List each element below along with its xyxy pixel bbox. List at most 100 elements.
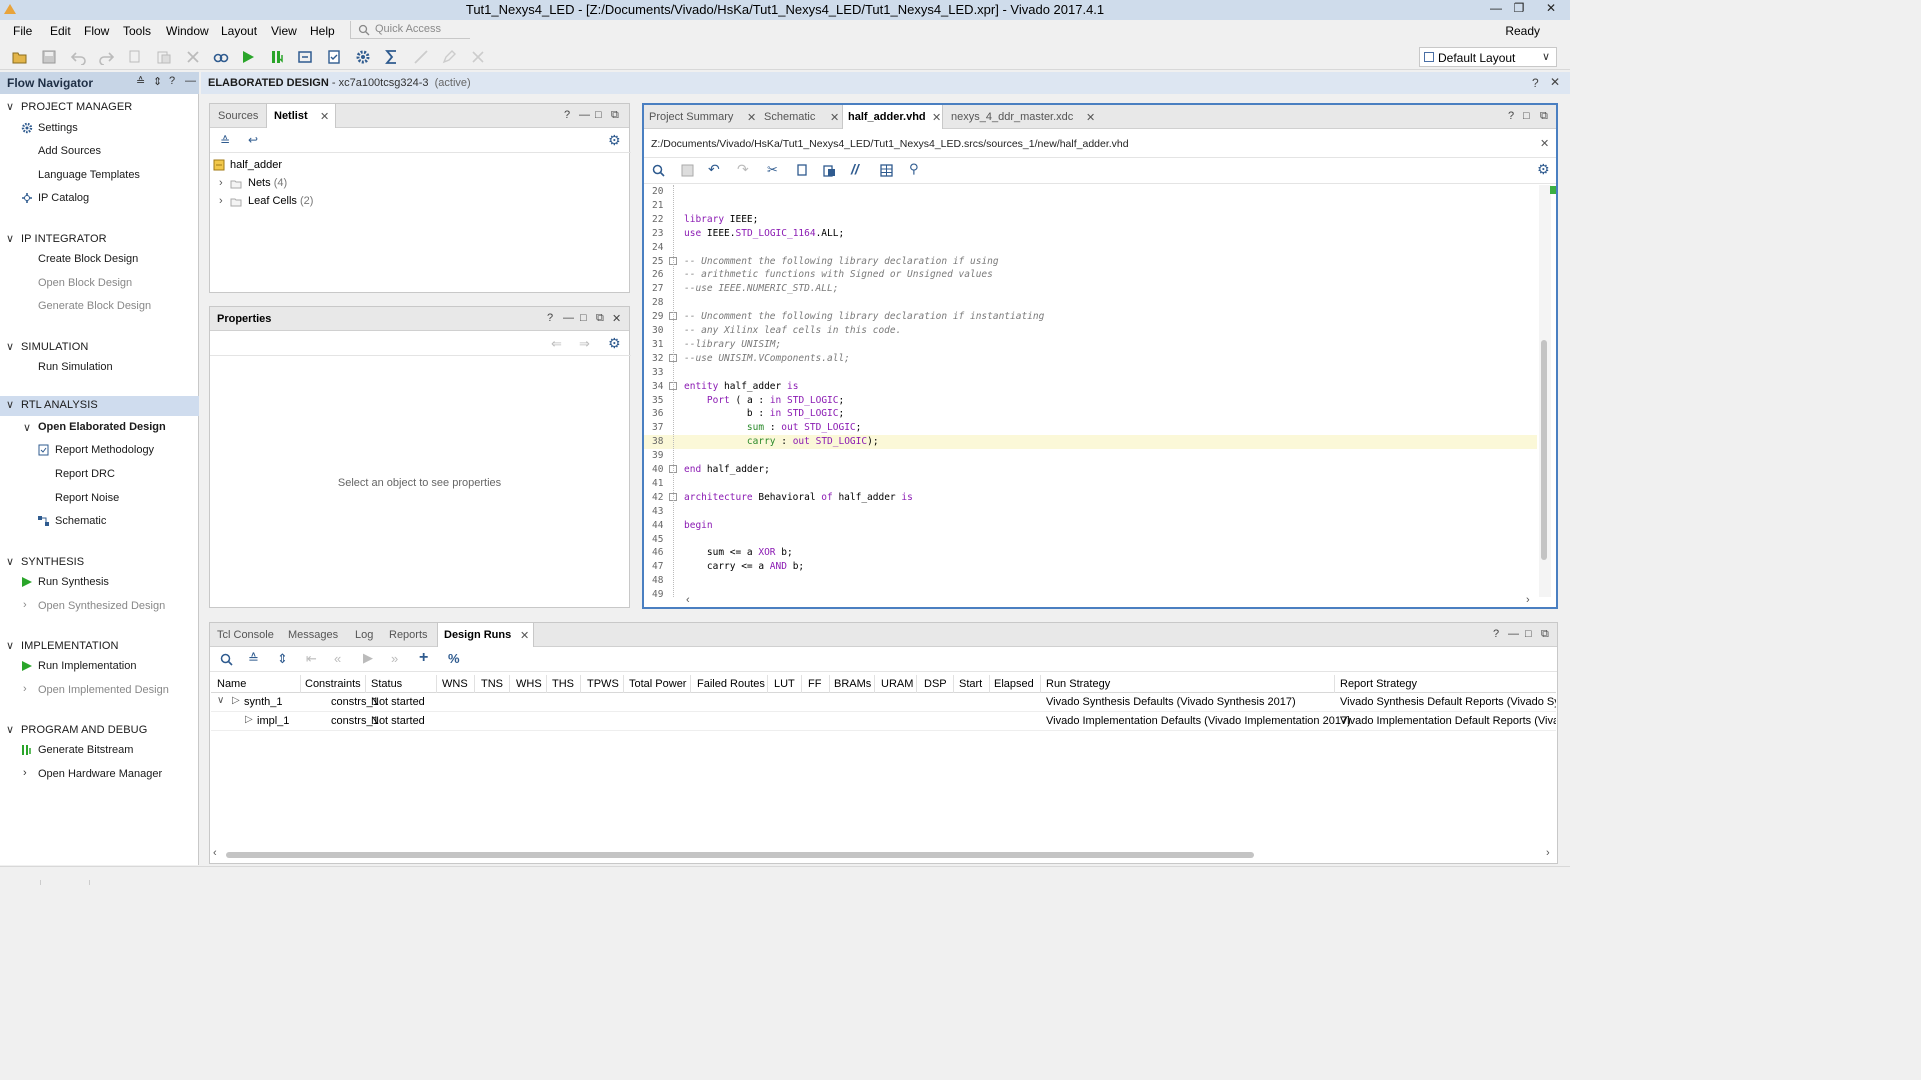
paste-icon[interactable] xyxy=(823,164,836,177)
nav-add-sources[interactable]: Add Sources xyxy=(38,145,101,163)
close-icon[interactable]: ✕ xyxy=(932,111,941,124)
nav-report-noise[interactable]: Report Noise xyxy=(55,492,119,510)
restore-icon[interactable]: ❐ xyxy=(1509,1,1529,17)
maximize-icon[interactable]: □ xyxy=(595,109,602,121)
col-failed-routes[interactable]: Failed Routes xyxy=(697,675,768,693)
collapse-all-icon[interactable]: ≙ xyxy=(220,134,230,148)
minimize-icon[interactable]: — xyxy=(579,109,590,121)
tab-reports[interactable]: Reports xyxy=(389,623,435,647)
expand-all-icon[interactable]: ↩ xyxy=(248,133,258,147)
add-icon[interactable]: + xyxy=(419,649,428,667)
code-line[interactable]: 20 xyxy=(644,185,1537,199)
maximize-icon[interactable]: □ xyxy=(1525,628,1532,640)
paste-icon[interactable] xyxy=(156,49,172,65)
tab-tcl-console[interactable]: Tcl Console xyxy=(217,623,285,647)
col-ths[interactable]: THS xyxy=(552,675,581,693)
nav-language-templates[interactable]: Language Templates xyxy=(38,169,140,187)
tab-design-runs[interactable]: Design Runs ✕ xyxy=(437,623,534,647)
collapse-all-icon[interactable]: ≙ xyxy=(136,75,145,88)
col-tns[interactable]: TNS xyxy=(481,675,510,693)
close-icon[interactable]: ✕ xyxy=(1550,75,1560,89)
chevron-down-icon[interactable]: ∨ xyxy=(217,695,224,706)
code-line[interactable]: 36 b : in STD_LOGIC; xyxy=(644,407,1537,421)
quick-access-search[interactable]: Quick Access xyxy=(350,21,470,39)
close-icon[interactable]: ✕ xyxy=(1540,137,1549,150)
chevron-right-icon[interactable]: › xyxy=(219,177,223,189)
minimize-icon[interactable]: — xyxy=(185,75,196,87)
code-line[interactable]: 37 sum : out STD_LOGIC; xyxy=(644,421,1537,435)
settings-icon[interactable] xyxy=(355,49,371,65)
tab-netlist[interactable]: Netlist ✕ xyxy=(266,104,336,128)
section-implementation[interactable]: ∨ IMPLEMENTATION xyxy=(0,637,199,657)
help-icon[interactable]: ? xyxy=(547,312,553,324)
code-line[interactable]: 33 xyxy=(644,366,1537,380)
delete-icon[interactable] xyxy=(185,49,201,65)
scroll-left-icon[interactable]: ‹ xyxy=(686,594,690,606)
col-elapsed[interactable]: Elapsed xyxy=(994,675,1041,693)
col-whs[interactable]: WHS xyxy=(516,675,547,693)
col-dsp[interactable]: DSP xyxy=(924,675,954,693)
float-icon[interactable]: ⧉ xyxy=(1540,110,1548,123)
nav-generate-bitstream[interactable]: Generate Bitstream xyxy=(38,744,133,762)
expand-all-icon[interactable]: ⇕ xyxy=(153,75,162,88)
minimize-icon[interactable]: — xyxy=(1486,1,1506,17)
menu-help[interactable]: Help xyxy=(310,24,335,38)
scroll-right-icon[interactable]: › xyxy=(1546,847,1550,859)
gear-icon[interactable]: ⚙ xyxy=(608,132,621,149)
close-icon[interactable]: ✕ xyxy=(520,629,529,642)
help-icon[interactable]: ? xyxy=(169,75,175,87)
table-row[interactable]: ∨ ▷ synth_1 constrs_1 Not started Vivado… xyxy=(211,693,1556,712)
previous-icon[interactable]: « xyxy=(334,651,341,666)
gear-icon[interactable]: ⚙ xyxy=(608,335,621,352)
search-icon[interactable] xyxy=(652,164,665,177)
code-line[interactable]: 21 xyxy=(644,199,1537,213)
nav-ip-catalog[interactable]: IP Catalog xyxy=(38,192,89,210)
col-constraints[interactable]: Constraints xyxy=(305,675,366,693)
code-line[interactable]: 25 -- Uncomment the following library dec… xyxy=(644,255,1537,269)
horizontal-scrollbar[interactable]: ‹ › xyxy=(213,847,1554,860)
percent-icon[interactable]: % xyxy=(448,651,460,666)
nav-run-implementation[interactable]: Run Implementation xyxy=(38,660,136,678)
col-tpws[interactable]: TPWS xyxy=(587,675,624,693)
col-start[interactable]: Start xyxy=(959,675,990,693)
copy-icon[interactable] xyxy=(127,49,143,65)
code-line[interactable]: 27 --use IEEE.NUMERIC_STD.ALL; xyxy=(644,282,1537,296)
close-icon[interactable]: ✕ xyxy=(612,312,621,325)
help-icon[interactable]: ? xyxy=(1493,628,1499,640)
maximize-icon[interactable]: □ xyxy=(1523,110,1530,122)
code-line[interactable]: 48 xyxy=(644,574,1537,588)
menu-flow[interactable]: Flow xyxy=(84,24,109,38)
nav-report-drc[interactable]: Report DRC xyxy=(55,468,115,486)
col-uram[interactable]: URAM xyxy=(881,675,917,693)
minimize-icon[interactable]: — xyxy=(1508,628,1519,640)
scroll-right-icon[interactable]: › xyxy=(1526,594,1530,606)
nav-open-synthesized-design[interactable]: Open Synthesized Design xyxy=(38,600,165,618)
col-run-strategy[interactable]: Run Strategy xyxy=(1046,675,1335,693)
section-synthesis[interactable]: ∨ SYNTHESIS xyxy=(0,553,199,573)
section-ip-integrator[interactable]: ∨ IP INTEGRATOR xyxy=(0,230,199,250)
menu-layout[interactable]: Layout xyxy=(221,24,257,38)
collapse-all-icon[interactable]: ≙ xyxy=(248,651,259,667)
code-line[interactable]: 32 --use UNISIM.VComponents.all; xyxy=(644,352,1537,366)
tab-half-adder-vhd[interactable]: half_adder.vhd ✕ xyxy=(842,105,943,129)
menu-view[interactable]: View xyxy=(271,24,297,38)
code-line[interactable]: 30 -- any Xilinx leaf cells in this code. xyxy=(644,324,1537,338)
save-icon[interactable] xyxy=(681,164,694,177)
maximize-icon[interactable]: □ xyxy=(580,312,587,324)
code-line[interactable]: 44 begin xyxy=(644,519,1537,533)
scroll-left-icon[interactable]: ‹ xyxy=(213,847,217,859)
float-icon[interactable]: ⧉ xyxy=(596,312,604,325)
netlist-node-nets[interactable]: Nets (4) xyxy=(248,177,287,189)
col-ff[interactable]: FF xyxy=(808,675,830,693)
nav-schematic[interactable]: Schematic xyxy=(55,515,106,533)
first-icon[interactable]: ⇤ xyxy=(306,651,317,667)
close-icon[interactable]: ✕ xyxy=(1086,111,1095,124)
auto-connect-icon[interactable] xyxy=(213,49,229,65)
open-project-icon[interactable] xyxy=(12,49,28,65)
undo-icon[interactable]: ↶ xyxy=(708,161,720,178)
col-report-strategy[interactable]: Report Strategy xyxy=(1340,675,1556,693)
tab-xdc[interactable]: nexys_4_ddr_master.xdc xyxy=(951,105,1087,129)
chevron-right-icon[interactable]: › xyxy=(219,195,223,207)
code-line[interactable]: 29 -- Uncomment the following library dec… xyxy=(644,310,1537,324)
section-program-and-debug[interactable]: ∨ PROGRAM AND DEBUG xyxy=(0,721,199,741)
